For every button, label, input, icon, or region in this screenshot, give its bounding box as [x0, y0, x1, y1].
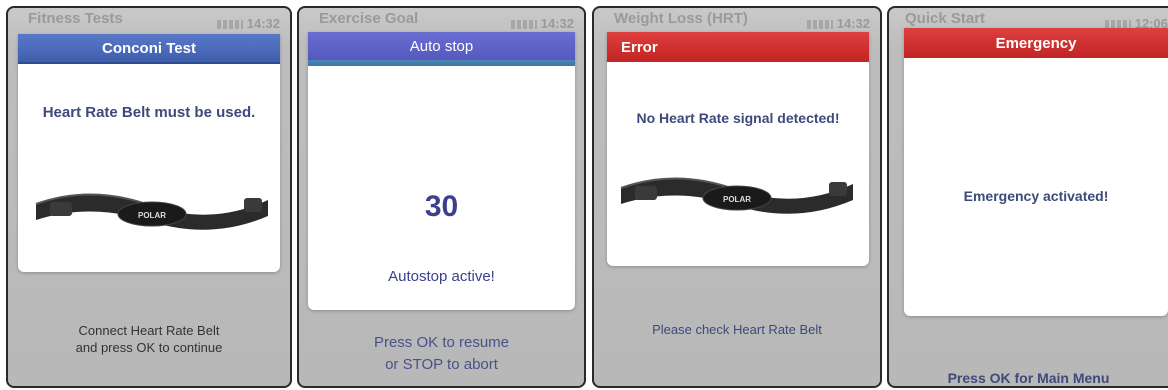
dialog-title: Emergency	[904, 28, 1168, 58]
footer-line-2: or STOP to abort	[385, 356, 498, 373]
emergency-screen: Quick Start 12:06 Emergency Emergency ac…	[887, 6, 1168, 388]
footer-instruction: Press OK for Main Menu	[889, 370, 1168, 386]
auto-stop-screen: Exercise Goal 14:32 Auto stop 30 Autosto…	[297, 6, 586, 388]
dialog-message: Emergency activated!	[963, 188, 1109, 204]
background-title: Exercise Goal	[319, 10, 419, 27]
battery-icon	[510, 20, 537, 30]
battery-icon	[216, 20, 243, 30]
heart-rate-belt-image: POLAR	[620, 177, 853, 214]
header-stripe	[308, 60, 575, 66]
footer-instruction: Please check Heart Rate Belt	[594, 321, 880, 338]
dialog-title: Auto stop	[308, 32, 575, 60]
dialog-message: Autostop active!	[388, 268, 495, 285]
dialog-message: Heart Rate Belt must be used.	[42, 104, 256, 121]
emergency-dialog: Emergency Emergency activated!	[904, 28, 1168, 316]
status-clock: 14:32	[510, 16, 574, 31]
footer-line-1: Connect Heart Rate Belt	[78, 323, 220, 338]
auto-stop-dialog: Auto stop 30 Autostop active!	[308, 32, 575, 310]
status-clock: 14:32	[216, 16, 280, 31]
dialog-title: Error	[607, 32, 869, 62]
background-title: Fitness Tests	[28, 10, 123, 27]
footer-line-1: Press OK for Main Menu	[947, 370, 1110, 386]
conconi-test-screen: Fitness Tests 14:32 Conconi Test Heart R…	[6, 6, 292, 388]
belt-logo: POLAR	[138, 211, 166, 220]
footer-line-2: and press OK to continue	[75, 340, 223, 355]
heart-rate-belt-image: POLAR	[35, 193, 268, 230]
battery-icon	[806, 20, 833, 30]
footer-instruction: Connect Heart Rate Belt and press OK to …	[8, 322, 290, 356]
error-screen: Weight Loss (HRT) 14:32 Error No Heart R…	[592, 6, 882, 388]
dialog-title: Conconi Test	[18, 34, 280, 64]
footer-line-1: Press OK to resume	[373, 334, 510, 351]
dialog-message: No Heart Rate signal detected!	[636, 110, 840, 126]
footer-instruction: Press OK to resume or STOP to abort	[299, 332, 584, 376]
background-title: Quick Start	[905, 10, 986, 27]
conconi-dialog: Conconi Test Heart Rate Belt must be use…	[18, 34, 280, 272]
status-clock: 14:32	[806, 16, 870, 31]
belt-logo: POLAR	[723, 195, 751, 204]
error-dialog: Error No Heart Rate signal detected! POL…	[607, 32, 869, 266]
background-title: Weight Loss (HRT)	[614, 10, 748, 27]
countdown-value: 30	[424, 190, 459, 223]
footer-line-1: Please check Heart Rate Belt	[652, 322, 822, 337]
